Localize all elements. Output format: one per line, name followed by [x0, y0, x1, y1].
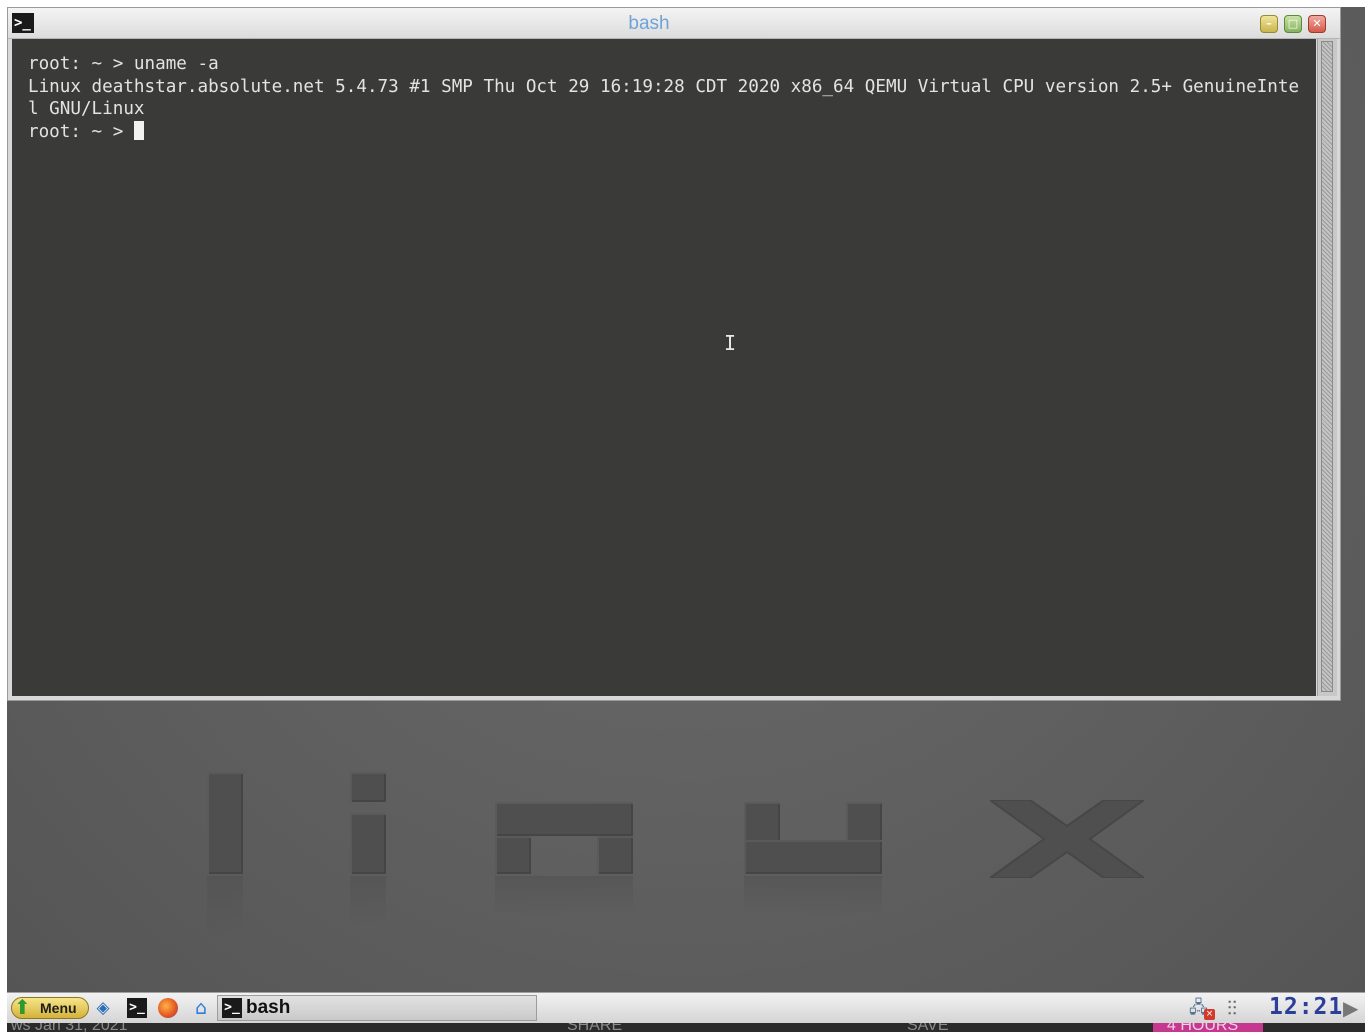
- window-title: bash: [628, 13, 670, 34]
- menu-label: Menu: [40, 1000, 77, 1016]
- wallpaper-letter-n-right: [597, 836, 633, 874]
- maximize-icon: □: [1287, 17, 1299, 30]
- terminal-line: l GNU/Linux: [28, 99, 145, 119]
- wallpaper-letter-i: [350, 813, 386, 874]
- terminal-text: root: ~ > uname -a Linux deathstar.absolu…: [28, 53, 1310, 143]
- scrollbar-thumb[interactable]: [1321, 41, 1333, 692]
- firefox-icon[interactable]: [158, 998, 178, 1018]
- wallpaper-letter-u-left: [744, 802, 780, 842]
- close-icon: ✕: [1312, 17, 1322, 30]
- terminal-prompt: root: ~ >: [28, 121, 134, 142]
- wallpaper-letter-i-reflection: [350, 876, 386, 926]
- minimize-icon: –: [1266, 17, 1272, 30]
- maximize-button[interactable]: □: [1284, 15, 1302, 33]
- underlying-share: SHARE: [567, 1023, 623, 1032]
- underlying-badge-text: 4 HOURS: [1167, 1023, 1239, 1032]
- menu-arrow-icon: ⬆: [14, 995, 31, 1019]
- wallpaper-letter-n-reflection: [495, 876, 633, 916]
- terminal-scrollbar[interactable]: [1317, 39, 1337, 696]
- wallpaper-letter-u-bottom: [744, 840, 882, 874]
- underlying-save: SAVE: [907, 1023, 949, 1032]
- ibeam-cursor-icon: I: [724, 331, 737, 355]
- wallpaper-letter-i-dot: [350, 772, 386, 802]
- terminal-window: >_ bash – □ ✕ root: ~ > uname -a Linux de…: [7, 7, 1341, 701]
- mixer-icon[interactable]: ⫶⫶: [1227, 996, 1257, 1020]
- terminal-line: root: ~ > uname -a: [28, 54, 219, 74]
- home-icon[interactable]: ⌂: [191, 998, 211, 1018]
- network-disconnected-icon: ×: [1204, 1009, 1215, 1020]
- start-menu-button[interactable]: ⬆ Menu: [11, 995, 89, 1019]
- underlying-date: ws Jan 31, 2021: [11, 1023, 128, 1032]
- text-cursor: [133, 120, 144, 140]
- wallpaper-letter-l-reflection: [207, 876, 243, 936]
- close-button[interactable]: ✕: [1308, 15, 1326, 33]
- wallpaper-letter-n-left: [495, 836, 531, 874]
- eye-icon[interactable]: ◈: [93, 998, 113, 1018]
- minimize-button[interactable]: –: [1260, 15, 1278, 33]
- terminal-launcher-icon[interactable]: >_: [127, 998, 147, 1018]
- wallpaper-letter-x: [990, 800, 1144, 878]
- terminal-output[interactable]: root: ~ > uname -a Linux deathstar.absolu…: [12, 39, 1316, 696]
- underlying-badge: 4 HOURS: [1153, 1023, 1263, 1032]
- terminal-prompt-line: root: ~ >: [28, 120, 1310, 144]
- taskbar: ⬆ Menu ◈ >_ ⌂ >_ bash 🖧 × ⫶⫶ 12:21 ▶: [7, 992, 1365, 1024]
- wallpaper-letter-l: [207, 772, 243, 874]
- wallpaper-letter-u-reflection: [744, 876, 882, 916]
- window-titlebar[interactable]: >_ bash – □ ✕: [8, 8, 1340, 39]
- screen: >_ bash – □ ✕ root: ~ > uname -a Linux de…: [7, 7, 1365, 1032]
- terminal-icon: >_: [222, 998, 242, 1018]
- clock[interactable]: 12:21: [1269, 994, 1343, 1020]
- taskbar-item-label: bash: [246, 997, 291, 1018]
- wallpaper-letter-n-top: [495, 802, 633, 836]
- wallpaper-letter-u-right: [846, 802, 882, 842]
- terminal-line: Linux deathstar.absolute.net 5.4.73 #1 S…: [28, 76, 1300, 97]
- underlying-page-strip: ws Jan 31, 2021 SHARE SAVE 4 HOURS: [7, 1023, 1365, 1032]
- expand-arrow-icon[interactable]: ▶: [1343, 995, 1363, 1021]
- taskbar-item-bash[interactable]: >_ bash: [217, 995, 537, 1021]
